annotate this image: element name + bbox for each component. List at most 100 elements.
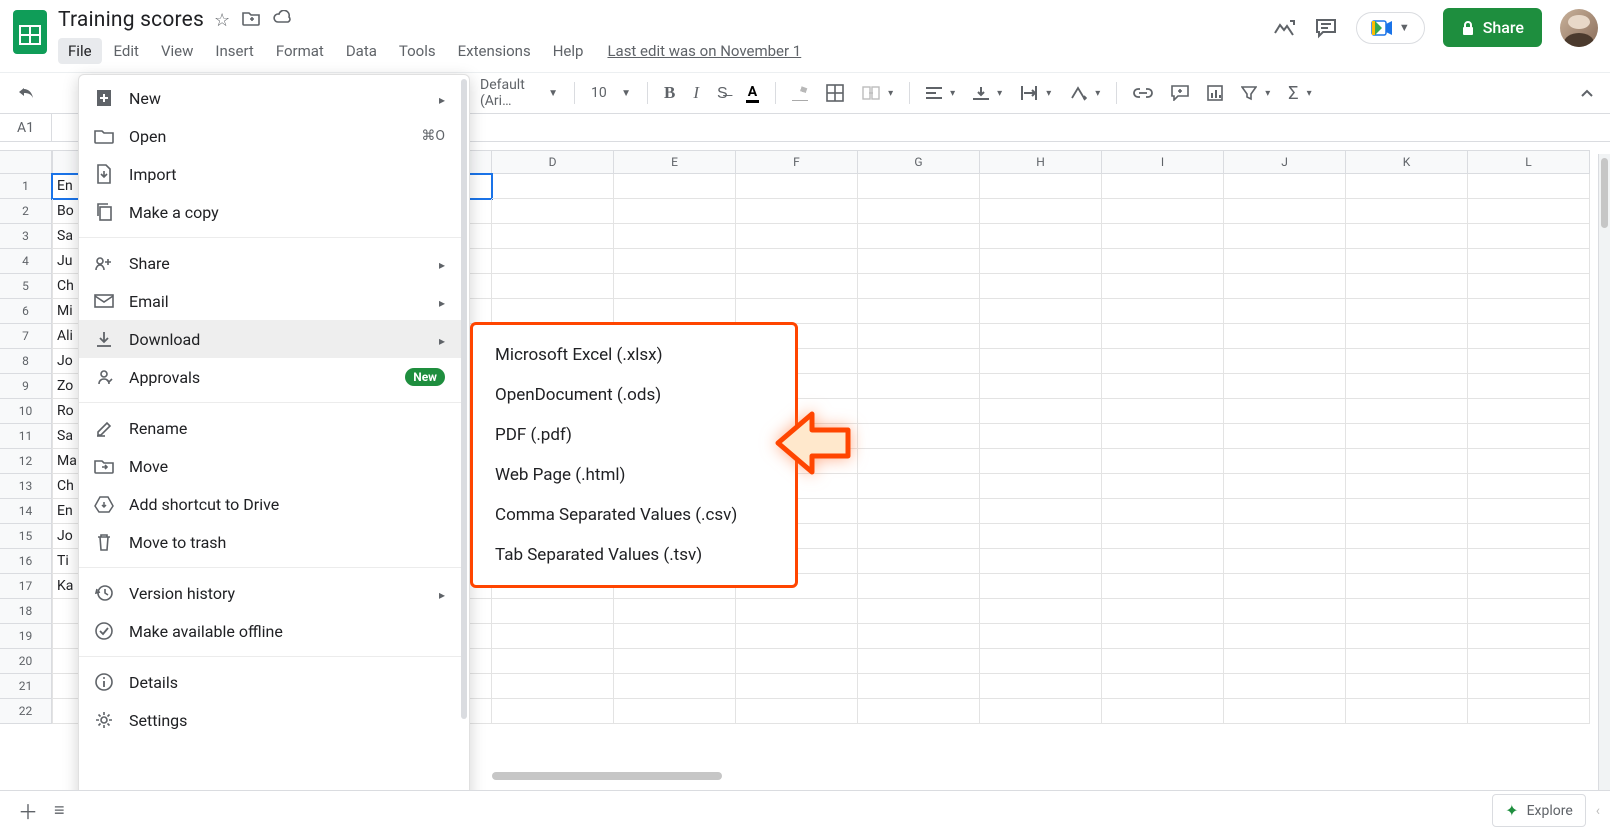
- cell[interactable]: [1224, 449, 1346, 474]
- share-button[interactable]: Share: [1443, 8, 1542, 47]
- cell[interactable]: [736, 624, 858, 649]
- cell[interactable]: [1468, 599, 1590, 624]
- file-move-trash[interactable]: Move to trash: [79, 523, 463, 561]
- menu-help[interactable]: Help: [543, 38, 594, 64]
- file-rename[interactable]: Rename: [79, 409, 463, 447]
- cell[interactable]: [1346, 674, 1468, 699]
- cell[interactable]: [1468, 549, 1590, 574]
- cell[interactable]: [1346, 274, 1468, 299]
- cell[interactable]: [1224, 674, 1346, 699]
- cell[interactable]: [492, 649, 614, 674]
- cell[interactable]: [492, 174, 614, 199]
- cell[interactable]: [1224, 274, 1346, 299]
- cell[interactable]: [858, 199, 980, 224]
- cell[interactable]: [1224, 249, 1346, 274]
- cell[interactable]: [614, 199, 736, 224]
- row-header[interactable]: 19: [0, 624, 52, 649]
- row-header[interactable]: 17: [0, 574, 52, 599]
- cell[interactable]: [1224, 549, 1346, 574]
- cell[interactable]: [1102, 674, 1224, 699]
- cell[interactable]: [1224, 499, 1346, 524]
- menu-insert[interactable]: Insert: [205, 38, 263, 64]
- cell[interactable]: [1102, 624, 1224, 649]
- cell[interactable]: [1102, 599, 1224, 624]
- comments-icon[interactable]: [1314, 16, 1338, 40]
- cell[interactable]: [858, 424, 980, 449]
- cell[interactable]: [980, 599, 1102, 624]
- cell[interactable]: [980, 574, 1102, 599]
- insert-comment-button[interactable]: [1165, 81, 1195, 105]
- column-header[interactable]: J: [1224, 150, 1346, 174]
- cell[interactable]: [1102, 524, 1224, 549]
- column-header[interactable]: I: [1102, 150, 1224, 174]
- cell[interactable]: [1102, 374, 1224, 399]
- cell[interactable]: [1468, 374, 1590, 399]
- row-header[interactable]: 12: [0, 449, 52, 474]
- cloud-status-icon[interactable]: [272, 10, 292, 31]
- cell[interactable]: [736, 599, 858, 624]
- file-new[interactable]: New: [79, 79, 463, 117]
- cell[interactable]: [858, 624, 980, 649]
- row-header[interactable]: 11: [0, 424, 52, 449]
- menu-edit[interactable]: Edit: [104, 38, 149, 64]
- cell[interactable]: [1346, 599, 1468, 624]
- merge-cells-button[interactable]: [856, 82, 899, 104]
- cell[interactable]: [1346, 199, 1468, 224]
- cell[interactable]: [858, 349, 980, 374]
- download-tsv[interactable]: Tab Separated Values (.tsv): [473, 535, 795, 575]
- cell[interactable]: [492, 299, 614, 324]
- cell[interactable]: [980, 699, 1102, 724]
- menu-extensions[interactable]: Extensions: [448, 38, 541, 64]
- cell[interactable]: [980, 549, 1102, 574]
- vertical-scrollbar[interactable]: [1598, 154, 1610, 790]
- cell[interactable]: [1346, 524, 1468, 549]
- cell[interactable]: [858, 549, 980, 574]
- column-header[interactable]: H: [980, 150, 1102, 174]
- cell[interactable]: [980, 424, 1102, 449]
- menu-file[interactable]: File: [58, 38, 102, 64]
- cell[interactable]: [1346, 624, 1468, 649]
- cell[interactable]: [980, 274, 1102, 299]
- cell[interactable]: [492, 224, 614, 249]
- column-header[interactable]: E: [614, 150, 736, 174]
- cell[interactable]: [1102, 224, 1224, 249]
- cell[interactable]: [980, 649, 1102, 674]
- cell[interactable]: [736, 674, 858, 699]
- cell[interactable]: [1224, 524, 1346, 549]
- menu-scrollbar[interactable]: [461, 79, 467, 719]
- cell[interactable]: [1102, 399, 1224, 424]
- file-open[interactable]: Open ⌘O: [79, 117, 463, 155]
- menu-format[interactable]: Format: [266, 38, 334, 64]
- file-download[interactable]: Download: [79, 320, 463, 358]
- cell[interactable]: [1468, 449, 1590, 474]
- row-header[interactable]: 4: [0, 249, 52, 274]
- bold-button[interactable]: B: [658, 79, 681, 107]
- cell[interactable]: [1102, 349, 1224, 374]
- row-headers[interactable]: 12345678910111213141516171819202122: [0, 174, 52, 724]
- cell[interactable]: [1102, 574, 1224, 599]
- cell[interactable]: [1102, 324, 1224, 349]
- cell[interactable]: [614, 224, 736, 249]
- menu-data[interactable]: Data: [336, 38, 387, 64]
- cell[interactable]: [1102, 299, 1224, 324]
- cell[interactable]: [614, 299, 736, 324]
- cell[interactable]: [858, 374, 980, 399]
- cell[interactable]: [980, 499, 1102, 524]
- cell[interactable]: [858, 474, 980, 499]
- cell[interactable]: [1346, 649, 1468, 674]
- cell[interactable]: [1224, 599, 1346, 624]
- row-header[interactable]: 7: [0, 324, 52, 349]
- cell[interactable]: [858, 299, 980, 324]
- move-file-icon[interactable]: [242, 10, 260, 31]
- cell[interactable]: [980, 474, 1102, 499]
- cell[interactable]: [980, 524, 1102, 549]
- cell[interactable]: [980, 224, 1102, 249]
- file-approvals[interactable]: Approvals New: [79, 358, 463, 396]
- cell[interactable]: [980, 174, 1102, 199]
- cell[interactable]: [736, 699, 858, 724]
- undo-button[interactable]: [10, 80, 42, 106]
- row-header[interactable]: 16: [0, 549, 52, 574]
- cell[interactable]: [1102, 499, 1224, 524]
- cell[interactable]: [858, 274, 980, 299]
- account-avatar[interactable]: [1560, 9, 1598, 47]
